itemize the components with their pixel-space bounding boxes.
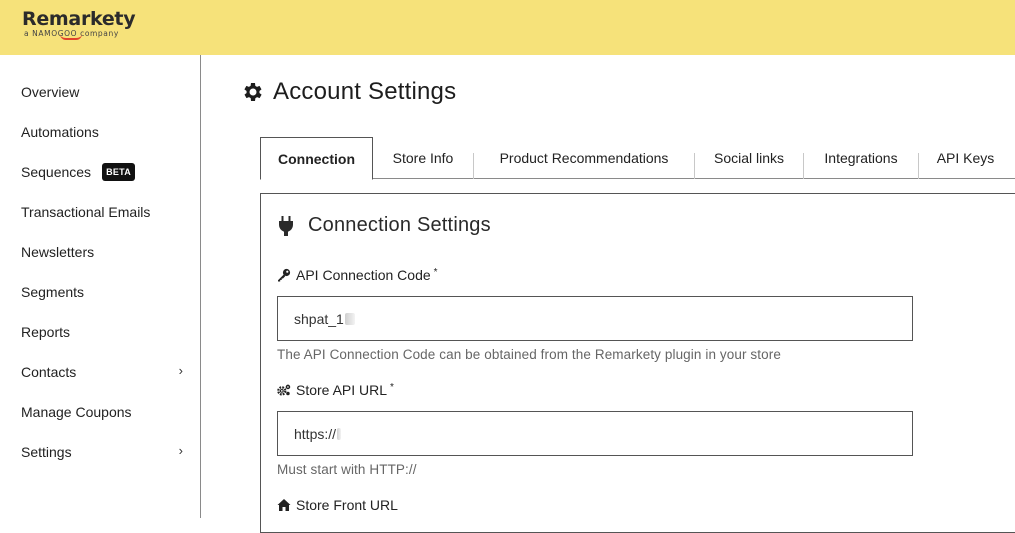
sidebar: Overview Automations Sequences BETA Trans… xyxy=(0,55,201,518)
tab-product-recommendations[interactable]: Product Recommendations xyxy=(474,137,694,179)
store-front-url-label: Store Front URL xyxy=(277,497,398,513)
top-bar: Remarkety a NAMOGOO company xyxy=(0,0,1015,55)
sidebar-item-settings[interactable]: Settings › xyxy=(21,442,191,462)
sidebar-item-sequences[interactable]: Sequences BETA xyxy=(21,162,191,182)
chevron-right-icon: › xyxy=(178,363,183,378)
tab-integrations[interactable]: Integrations xyxy=(804,137,918,179)
sidebar-item-label: Newsletters xyxy=(21,244,95,260)
api-code-label: API Connection Code * xyxy=(277,267,438,283)
sidebar-item-transactional-emails[interactable]: Transactional Emails xyxy=(21,202,191,222)
beta-badge: BETA xyxy=(102,163,136,181)
store-api-url-input[interactable]: https:// xyxy=(277,411,913,456)
sidebar-item-label: Reports xyxy=(21,324,71,340)
remarkety-logo[interactable]: Remarkety a NAMOGOO company xyxy=(22,8,136,40)
plug-icon xyxy=(279,215,293,236)
gears-icon xyxy=(277,384,291,396)
chevron-right-icon: › xyxy=(178,443,183,458)
store-api-url-help: Must start with HTTP:// xyxy=(277,462,417,477)
required-mark: * xyxy=(433,266,438,278)
tab-connection[interactable]: Connection xyxy=(260,137,373,180)
sidebar-item-contacts[interactable]: Contacts › xyxy=(21,362,191,382)
redacted-text xyxy=(337,427,342,440)
connection-settings-panel: Connection Settings API Connection Code … xyxy=(260,193,1015,533)
api-code-help: The API Connection Code can be obtained … xyxy=(277,347,781,362)
sidebar-item-label: Contacts xyxy=(21,364,77,380)
sidebar-item-label: Segments xyxy=(21,284,85,300)
sidebar-item-label: Settings xyxy=(21,444,72,460)
sidebar-item-manage-coupons[interactable]: Manage Coupons xyxy=(21,402,191,422)
key-icon xyxy=(278,268,291,282)
tab-api-keys[interactable]: API Keys xyxy=(919,137,1012,179)
sidebar-item-newsletters[interactable]: Newsletters xyxy=(21,242,191,262)
home-icon xyxy=(277,499,291,511)
tab-store-info[interactable]: Store Info xyxy=(373,137,473,179)
sidebar-item-label: Automations xyxy=(21,124,99,140)
sidebar-item-segments[interactable]: Segments xyxy=(21,282,191,302)
api-code-input[interactable]: shpat_1 xyxy=(277,296,913,341)
required-mark: * xyxy=(390,381,394,393)
tab-social-links[interactable]: Social links xyxy=(695,137,803,179)
sidebar-item-label: Sequences xyxy=(21,164,92,180)
page-title: Account Settings xyxy=(241,78,456,106)
panel-title: Connection Settings xyxy=(278,214,491,237)
sidebar-item-reports[interactable]: Reports xyxy=(21,322,191,342)
settings-tabs: Connection Store Info Product Recommenda… xyxy=(260,137,1015,180)
store-api-url-label: Store API URL * xyxy=(277,382,394,398)
logo-smile xyxy=(60,34,82,40)
redacted-text xyxy=(344,312,355,325)
logo-wordmark: Remarkety xyxy=(22,8,136,30)
main-content: Account Settings Connection Store Info P… xyxy=(201,55,1015,533)
sidebar-item-overview[interactable]: Overview xyxy=(21,82,191,102)
sidebar-item-automations[interactable]: Automations xyxy=(21,122,191,142)
gear-icon xyxy=(244,83,262,101)
sidebar-item-label: Overview xyxy=(21,84,80,100)
sidebar-item-label: Manage Coupons xyxy=(21,404,132,420)
sidebar-item-label: Transactional Emails xyxy=(21,204,151,220)
